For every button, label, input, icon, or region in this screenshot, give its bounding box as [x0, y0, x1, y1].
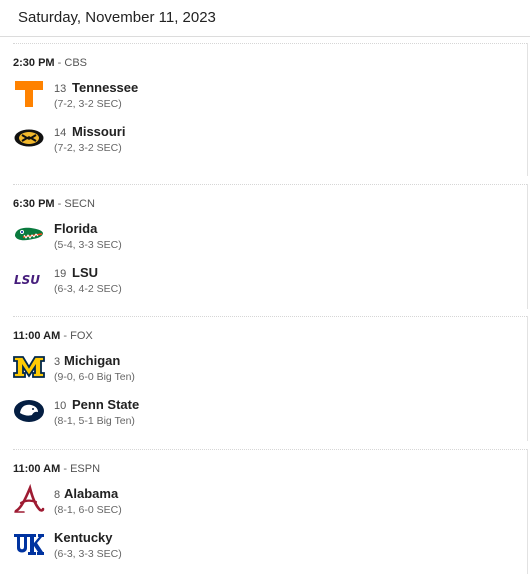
team-name: LSU — [72, 265, 98, 280]
game-time: 11:00 AM — [13, 463, 61, 475]
game-card[interactable]: 6:30 PM - SECN Florida (5-4, 3-3 SEC) LS… — [13, 184, 528, 309]
team-rank: 10 — [54, 400, 67, 412]
team-row[interactable]: LSU 19 LSU (6-3, 4-2 SEC) — [13, 263, 513, 303]
game-divider — [13, 184, 527, 185]
team-rank: 14 — [54, 127, 67, 139]
lsu-wordmark-icon: LSU — [13, 263, 45, 295]
team-row[interactable]: 10 Penn State (8-1, 5-1 Big Ten) — [13, 395, 513, 435]
game-time-row: 6:30 PM - SECN — [13, 198, 95, 210]
team-rank: 8 — [54, 489, 61, 501]
team-name: Penn State — [72, 397, 140, 412]
team-row[interactable]: 8 Alabama (8-1, 6-0 SEC) — [13, 483, 513, 524]
tv-network: FOX — [70, 330, 93, 342]
game-card[interactable]: 2:30 PM - CBS 13 Tennessee (7-2, 3-2 SEC… — [13, 43, 528, 176]
team-record: (8-1, 5-1 Big Ten) — [54, 415, 135, 427]
team-row[interactable]: Florida (5-4, 3-3 SEC) — [13, 219, 513, 259]
tv-network: ESPN — [70, 463, 101, 475]
game-divider — [13, 449, 527, 450]
date-title: Saturday, November 11, 2023 — [18, 9, 216, 26]
game-time: 11:00 AM — [13, 330, 61, 342]
kentucky-uk-icon — [13, 528, 45, 560]
game-time: 2:30 PM — [13, 57, 55, 69]
team-record: (9-0, 6-0 Big Ten) — [54, 371, 135, 383]
michigan-block-m-icon — [13, 351, 45, 383]
team-row[interactable]: 14 Missouri (7-2, 3-2 SEC) — [13, 122, 513, 162]
team-name: Missouri — [72, 124, 126, 139]
time-separator: - — [63, 463, 68, 475]
svg-text:LSU: LSU — [14, 273, 40, 287]
tv-network: SECN — [64, 198, 95, 210]
game-divider — [13, 316, 527, 317]
penn-state-lion-icon — [13, 395, 45, 427]
tv-network: CBS — [64, 57, 87, 69]
florida-gator-icon — [13, 219, 45, 251]
tennessee-power-t-icon — [13, 78, 45, 110]
team-row[interactable]: Kentucky (6-3, 3-3 SEC) — [13, 528, 513, 568]
team-name: Alabama — [64, 486, 119, 501]
team-name: Michigan — [64, 353, 121, 368]
team-name: Florida — [54, 221, 98, 236]
game-time-row: 2:30 PM - CBS — [13, 57, 87, 69]
game-time: 6:30 PM — [13, 198, 55, 210]
team-row[interactable]: 3 Michigan (9-0, 6-0 Big Ten) — [13, 351, 513, 391]
team-record: (5-4, 3-3 SEC) — [54, 239, 122, 251]
team-record: (7-2, 3-2 SEC) — [54, 98, 122, 110]
team-name: Kentucky — [54, 530, 113, 545]
team-name: Tennessee — [72, 80, 139, 95]
missouri-tiger-icon — [13, 122, 45, 154]
team-row[interactable]: 13 Tennessee (7-2, 3-2 SEC) — [13, 78, 513, 118]
game-card[interactable]: 11:00 AM - FOX 3 Michigan (9-0, 6-0 Big … — [13, 316, 528, 441]
team-rank: 19 — [54, 268, 67, 280]
team-rank: 13 — [54, 83, 67, 95]
game-card[interactable]: 11:00 AM - ESPN 8 Alabama (8-1, 6-0 SEC)… — [13, 449, 528, 574]
time-separator: - — [57, 57, 62, 69]
time-separator: - — [63, 330, 68, 342]
team-record: (6-3, 3-3 SEC) — [54, 548, 122, 560]
time-separator: - — [57, 198, 62, 210]
game-time-row: 11:00 AM - FOX — [13, 330, 93, 342]
game-time-row: 11:00 AM - ESPN — [13, 463, 100, 475]
team-record: (7-2, 3-2 SEC) — [54, 142, 122, 154]
team-record: (8-1, 6-0 SEC) — [54, 504, 122, 516]
game-divider — [13, 43, 527, 44]
date-header: Saturday, November 11, 2023 — [0, 0, 530, 37]
team-record: (6-3, 4-2 SEC) — [54, 283, 122, 295]
alabama-script-a-icon — [13, 483, 45, 516]
team-rank: 3 — [54, 356, 61, 368]
